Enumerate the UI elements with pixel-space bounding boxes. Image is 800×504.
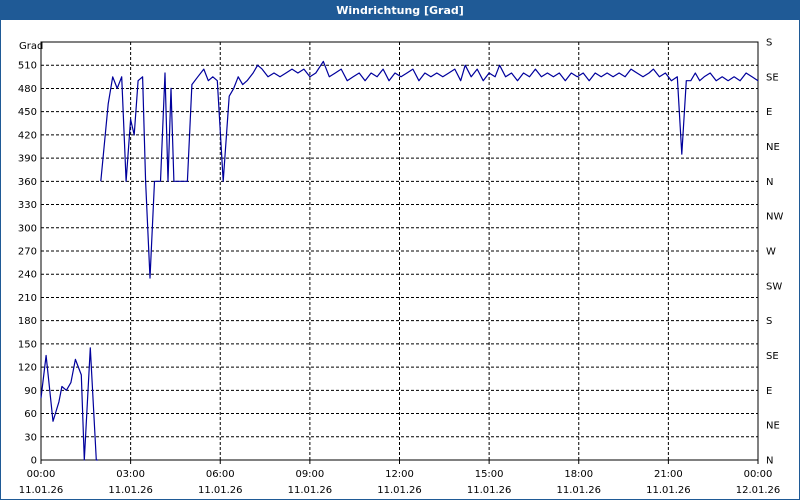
chart-window: Windrichtung [Grad] 0 30 60 90 120 150 180 210 2… [0, 0, 800, 500]
right-axis-label: NE [766, 142, 780, 153]
y-tick-label: 60 [24, 409, 37, 420]
x-tick-label-time: 03:00 [116, 469, 145, 480]
y-tick-label: 270 [18, 247, 37, 258]
x-tick-label-date: 12.01.26 [736, 485, 781, 496]
right-axis-label: NE [766, 421, 780, 432]
y-tick-label: 390 [18, 154, 37, 165]
x-tick-label-date: 11.01.26 [556, 485, 601, 496]
x-tick-label-date: 11.01.26 [646, 485, 691, 496]
series-line [100, 60, 759, 279]
y-tick-label: 0 [31, 456, 37, 467]
right-axis-label: NW [766, 212, 783, 223]
y-tick-label: 510 [18, 61, 37, 72]
x-tick-label-date: 11.01.26 [198, 485, 243, 496]
y-tick-label: 300 [18, 223, 37, 234]
y-tick-label: 210 [18, 293, 37, 304]
y-tick-label: 30 [24, 432, 37, 443]
chart-area: 0 30 60 90 120 150 180 210 240 270 300 330 360 390 420… [1, 21, 799, 499]
right-axis-label: E [766, 386, 772, 397]
y-tick-label: 450 [18, 107, 37, 118]
x-tick-label-date: 11.01.26 [19, 485, 64, 496]
wind-direction-chart: 0 30 60 90 120 150 180 210 240 270 300 330 360 390 420… [18, 38, 784, 497]
right-axis-label: N [766, 177, 773, 188]
x-tick-label-time: 15:00 [475, 469, 504, 480]
x-tick-label-time: 12:00 [385, 469, 414, 480]
right-axis-label: W [766, 247, 776, 258]
right-axis-label: E [766, 107, 772, 118]
y-tick-label: 360 [18, 177, 37, 188]
x-tick-label-date: 11.01.26 [377, 485, 422, 496]
x-tick-label-date: 11.01.26 [108, 485, 153, 496]
y-tick-label: 330 [18, 200, 37, 211]
x-tick-label-date: 11.01.26 [467, 485, 512, 496]
y-tick-label: 90 [24, 386, 37, 397]
x-tick-label-time: 06:00 [206, 469, 235, 480]
y-tick-label: 240 [18, 270, 37, 281]
x-tick-label-time: 00:00 [744, 469, 773, 480]
series-line [40, 347, 98, 461]
x-tick-label-time: 09:00 [295, 469, 324, 480]
right-axis-label: SE [766, 72, 779, 83]
y-tick-label: 480 [18, 84, 37, 95]
right-axis-label: SE [766, 351, 779, 362]
right-axis-label: N [766, 456, 773, 467]
y-tick-label: 150 [18, 339, 37, 350]
right-axis-label: S [766, 316, 772, 327]
y-tick-label: 180 [18, 316, 37, 327]
x-tick-label-date: 11.01.26 [288, 485, 333, 496]
x-tick-label-time: 21:00 [654, 469, 683, 480]
x-tick-label-time: 00:00 [27, 469, 56, 480]
y-tick-label: 420 [18, 130, 37, 141]
window-title: Windrichtung [Grad] [1, 1, 799, 20]
x-tick-label-time: 18:00 [564, 469, 593, 480]
y-tick-label: 120 [18, 363, 37, 374]
right-axis-label: S [766, 38, 772, 49]
y-axis-label: Grad [19, 41, 43, 52]
right-axis-label: SW [766, 281, 782, 292]
